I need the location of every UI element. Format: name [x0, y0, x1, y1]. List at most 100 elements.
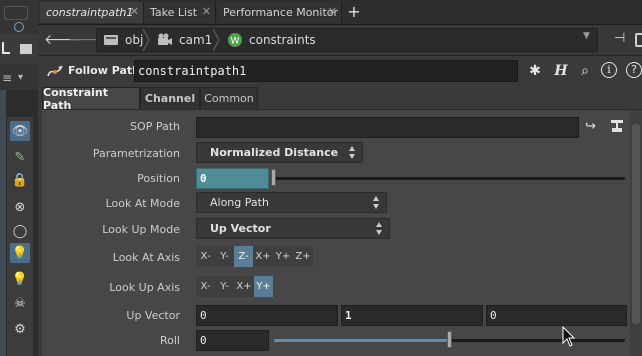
- up-vector-z-field[interactable]: 0: [486, 305, 627, 326]
- left-toolbar-pane: ≡ ▾ 👁 ✎ 🔒 ⊗ ◯ 💡 💡 ☠ ⚙: [0, 0, 38, 356]
- breadcrumb-cam1[interactable]: cam1: [157, 29, 212, 51]
- look-at-axis-z-pos[interactable]: Z+: [293, 246, 313, 267]
- left-pane-globe-icon[interactable]: [14, 22, 24, 32]
- svg-text:W: W: [231, 37, 240, 47]
- parameter-panel: SOP Path ↪ Parametrization Normalized Di…: [42, 109, 642, 356]
- left-pane-row: ≡ ▾: [0, 64, 38, 90]
- tab-constraint-path[interactable]: Constraint Path: [42, 86, 140, 112]
- pane-link-icon[interactable]: [635, 33, 642, 47]
- add-tab-plus-icon[interactable]: +: [345, 2, 363, 23]
- pin-icon[interactable]: ⊣: [614, 31, 625, 46]
- path-dropdown-icon[interactable]: ▼: [583, 31, 590, 41]
- eye-icon[interactable]: 👁: [10, 121, 30, 141]
- viewport-tool-column: 👁 ✎ 🔒 ⊗ ◯ 💡 💡 ☠ ⚙: [7, 117, 33, 356]
- path-bar: 🡐 🡒 obj cam1 W constraints ▼ ⊣: [38, 25, 642, 56]
- menu-value: Up Vector: [210, 222, 271, 235]
- close-icon[interactable]: ✕: [328, 5, 337, 18]
- camera-icon: [158, 33, 172, 45]
- light-icon[interactable]: 💡: [10, 243, 30, 263]
- tab-label: Take List: [150, 6, 198, 19]
- node-chooser-icon[interactable]: [608, 118, 626, 134]
- look-at-axis-y-pos[interactable]: Y+: [273, 246, 293, 267]
- left-pane-widget[interactable]: [4, 6, 28, 20]
- tab-take-list[interactable]: Take List ✕: [144, 2, 216, 23]
- breadcrumb-obj[interactable]: obj: [103, 29, 143, 51]
- up-vector-y-field[interactable]: 1: [341, 305, 483, 326]
- look-at-axis-buttons: X- Y- Z- X+ Y+ Z+: [196, 246, 313, 267]
- position-slider-track[interactable]: [272, 177, 625, 180]
- look-up-axis-x-pos[interactable]: X+: [234, 276, 254, 297]
- viewport-edge: [0, 90, 6, 356]
- menu-arrows-icon: [376, 222, 382, 235]
- jump-arrow-icon[interactable]: ↪: [585, 119, 596, 134]
- breadcrumb-label: cam1: [179, 33, 213, 47]
- tab-constraintpath1[interactable]: constraintpath1 ✕: [40, 2, 144, 23]
- breadcrumb-separator-icon: [142, 29, 150, 51]
- look-up-mode-menu[interactable]: Up Vector: [196, 218, 390, 239]
- look-at-axis-x-neg[interactable]: X-: [196, 246, 215, 267]
- breadcrumb-constraints[interactable]: W constraints: [227, 29, 316, 51]
- look-up-axis-y-pos[interactable]: Y+: [254, 276, 273, 297]
- look-at-mode-menu[interactable]: Along Path: [196, 192, 387, 213]
- position-label: Position: [137, 172, 180, 185]
- search-icon[interactable]: ⌕: [576, 62, 594, 80]
- help-question-icon[interactable]: ?: [626, 62, 642, 78]
- bulb-icon[interactable]: 💡: [10, 269, 30, 289]
- left-pane-chevron-icon[interactable]: ▾: [18, 72, 23, 83]
- mouse-cursor-icon: [562, 326, 576, 347]
- parameter-scrollbar[interactable]: [630, 110, 642, 356]
- look-up-axis-x-neg[interactable]: X-: [196, 276, 215, 297]
- brush-icon[interactable]: ✎: [10, 147, 30, 167]
- node-type-label: Follow Path: [68, 64, 140, 77]
- sphere-icon[interactable]: ◯: [10, 221, 30, 241]
- help-h-icon[interactable]: H: [552, 62, 570, 80]
- look-up-axis-y-neg[interactable]: Y-: [215, 276, 234, 297]
- roll-slider-fill: [274, 339, 449, 342]
- breadcrumb: obj cam1 W constraints: [96, 28, 598, 52]
- look-at-axis-y-neg[interactable]: Y-: [215, 246, 234, 267]
- up-vector-x-field[interactable]: 0: [196, 305, 338, 326]
- menu-arrows-icon: [349, 146, 355, 159]
- back-arrow-icon[interactable]: 🡐: [44, 31, 82, 49]
- left-arrow-icon[interactable]: [2, 42, 10, 54]
- tab-common[interactable]: Common: [200, 87, 258, 110]
- look-up-axis-buttons: X- Y- X+ Y+: [196, 276, 273, 297]
- forward-arrow-icon[interactable]: 🡒: [68, 31, 106, 49]
- look-up-axis-label: Look Up Axis: [109, 281, 180, 294]
- look-at-axis-label: Look At Axis: [112, 251, 180, 264]
- look-at-axis-z-neg[interactable]: Z-: [234, 246, 253, 267]
- position-field[interactable]: 0: [196, 168, 269, 189]
- render-icon[interactable]: ⚙: [10, 319, 30, 339]
- snap-icon[interactable]: ⊗: [10, 197, 30, 217]
- up-vector-label: Up Vector: [126, 309, 180, 322]
- roll-field[interactable]: 0: [196, 330, 269, 351]
- left-pane-hamburger-icon[interactable]: ≡: [2, 71, 12, 85]
- menu-value: Along Path: [210, 196, 269, 209]
- tab-channel[interactable]: Channel: [140, 87, 200, 110]
- lock-icon[interactable]: 🔒: [10, 170, 30, 190]
- menu-value: Normalized Distance: [210, 146, 339, 159]
- follow-path-icon: [47, 65, 63, 77]
- left-pane-toolbar: [0, 34, 38, 64]
- tab-performance-monitor[interactable]: Performance Monitor ✕: [217, 2, 342, 23]
- left-node-icon[interactable]: [20, 44, 32, 54]
- scrollbar-thumb[interactable]: [632, 124, 640, 324]
- node-header: Follow Path constraintpath1 ✱ H ⌕ i ?: [38, 56, 642, 87]
- left-pane-header: [0, 0, 38, 34]
- parametrization-label: Parametrization: [92, 147, 180, 160]
- gear-icon[interactable]: ✱: [526, 62, 544, 80]
- parametrization-menu[interactable]: Normalized Distance: [196, 142, 363, 163]
- sop-path-field[interactable]: [196, 117, 579, 138]
- close-icon[interactable]: ✕: [130, 5, 139, 18]
- look-at-axis-x-pos[interactable]: X+: [253, 246, 273, 267]
- menu-arrows-icon: [373, 196, 379, 209]
- tab-label: constraintpath1: [46, 6, 134, 19]
- info-icon[interactable]: i: [601, 62, 617, 78]
- node-name-field[interactable]: constraintpath1: [134, 60, 518, 82]
- roll-slider-handle[interactable]: [447, 331, 452, 348]
- sop-path-label: SOP Path: [130, 120, 180, 133]
- position-slider-handle[interactable]: [271, 169, 276, 186]
- tab-label: Performance Monitor: [223, 6, 339, 19]
- close-icon[interactable]: ✕: [202, 5, 211, 18]
- skull-icon[interactable]: ☠: [10, 293, 30, 313]
